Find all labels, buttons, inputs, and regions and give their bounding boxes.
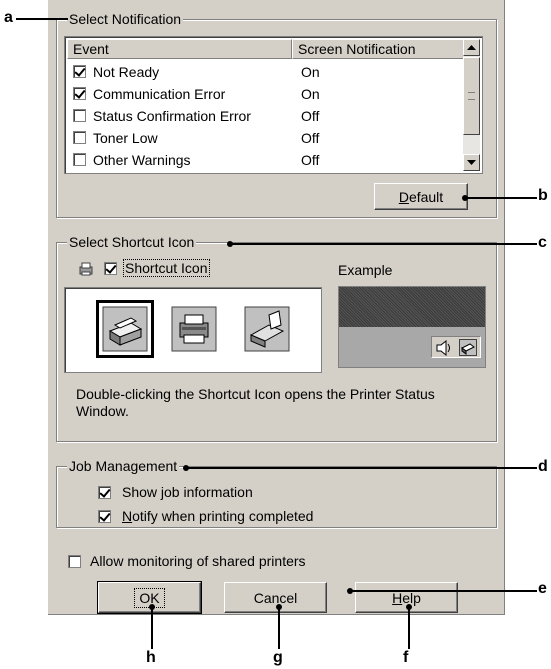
callout-c: c bbox=[538, 234, 547, 251]
shortcut-icon-label[interactable]: Shortcut Icon bbox=[123, 259, 210, 277]
callout-dot-f bbox=[406, 604, 412, 610]
cancel-button-label: Cancel bbox=[253, 589, 298, 606]
column-screen-notification[interactable]: Screen Notification bbox=[292, 39, 464, 59]
callout-line-e bbox=[350, 590, 537, 592]
callout-dot-b bbox=[462, 195, 468, 201]
select-notification-title: Select Notification bbox=[67, 10, 184, 28]
callout-line-b bbox=[465, 197, 537, 199]
row-event: Communication Error bbox=[93, 86, 226, 102]
list-row-other-warnings[interactable]: Other Warnings Off bbox=[67, 149, 459, 171]
show-job-info-checkbox[interactable] bbox=[98, 486, 111, 499]
select-shortcut-title: Select Shortcut Icon bbox=[67, 233, 197, 251]
list-row-status-confirmation-error[interactable]: Status Confirmation Error Off bbox=[67, 105, 459, 127]
job-management-title: Job Management bbox=[67, 457, 180, 475]
row-event: Toner Low bbox=[93, 130, 158, 146]
notification-list[interactable]: Event Screen Notification Not Ready On C… bbox=[64, 36, 483, 174]
printer-icon-side[interactable] bbox=[243, 305, 291, 353]
list-row-not-ready[interactable]: Not Ready On bbox=[67, 61, 459, 83]
row-status: On bbox=[301, 64, 320, 80]
example-preview bbox=[338, 286, 486, 368]
callout-line-c bbox=[230, 243, 537, 245]
default-button[interactable]: Default bbox=[374, 183, 468, 210]
row-checkbox[interactable] bbox=[73, 109, 86, 122]
row-checkbox[interactable] bbox=[73, 153, 86, 166]
scroll-thumb[interactable] bbox=[463, 57, 480, 135]
allow-monitoring-checkbox[interactable] bbox=[68, 555, 81, 568]
row-event: Other Warnings bbox=[93, 152, 191, 168]
callout-line-d bbox=[186, 467, 537, 469]
callout-line-a bbox=[16, 18, 68, 20]
row-checkbox[interactable] bbox=[73, 65, 86, 78]
printer-icon[interactable] bbox=[96, 300, 154, 358]
scroll-down-icon[interactable] bbox=[463, 154, 480, 171]
row-checkbox[interactable] bbox=[73, 131, 86, 144]
scroll-up-icon[interactable] bbox=[463, 39, 480, 56]
callout-dot-e bbox=[347, 588, 353, 594]
callout-line-g bbox=[278, 607, 280, 649]
callout-e: e bbox=[538, 580, 547, 597]
column-event[interactable]: Event bbox=[67, 39, 292, 59]
row-status: Off bbox=[301, 130, 320, 146]
callout-b: b bbox=[538, 187, 548, 204]
speaker-icon bbox=[436, 339, 454, 359]
tray-printer-icon bbox=[459, 339, 477, 359]
row-event: Status Confirmation Error bbox=[93, 108, 251, 124]
notify-complete-label[interactable]: Notify when printing completed bbox=[122, 508, 313, 524]
printer-icon-front[interactable] bbox=[170, 305, 218, 353]
default-button-label: Default bbox=[398, 188, 444, 205]
shortcut-icon-picker[interactable] bbox=[64, 287, 322, 373]
callout-h: h bbox=[146, 649, 156, 666]
row-status: Off bbox=[301, 108, 320, 124]
example-desktop bbox=[339, 287, 485, 327]
callout-dot-g bbox=[276, 604, 282, 610]
shortcut-description: Double-clicking the Shortcut Icon opens … bbox=[76, 386, 435, 419]
callout-g: g bbox=[273, 649, 283, 666]
callout-d: d bbox=[538, 458, 548, 475]
row-status: Off bbox=[301, 152, 320, 168]
vertical-scrollbar[interactable] bbox=[463, 39, 480, 171]
list-row-communication-error[interactable]: Communication Error On bbox=[67, 83, 459, 105]
row-event: Not Ready bbox=[93, 64, 160, 80]
example-label: Example bbox=[338, 262, 393, 278]
callout-dot-c bbox=[227, 241, 233, 247]
example-tray bbox=[431, 336, 481, 358]
row-status: On bbox=[301, 86, 320, 102]
callout-line-h bbox=[151, 607, 153, 649]
notify-complete-checkbox[interactable] bbox=[98, 510, 111, 523]
row-checkbox[interactable] bbox=[73, 87, 86, 100]
show-job-info-label[interactable]: Show job information bbox=[122, 484, 253, 500]
callout-f: f bbox=[403, 649, 409, 666]
example-taskbar bbox=[339, 327, 485, 367]
printer-small-icon bbox=[78, 261, 94, 277]
printer-settings-dialog: Select Notification Event Screen Notific… bbox=[48, 0, 505, 615]
callout-dot-d bbox=[183, 465, 189, 471]
list-row-toner-low[interactable]: Toner Low Off bbox=[67, 127, 459, 149]
allow-monitoring-label[interactable]: Allow monitoring of shared printers bbox=[90, 553, 306, 569]
shortcut-icon-checkbox[interactable] bbox=[104, 262, 117, 275]
callout-line-f bbox=[408, 607, 410, 649]
callout-a: a bbox=[4, 9, 13, 26]
callout-dot-h bbox=[149, 604, 155, 610]
